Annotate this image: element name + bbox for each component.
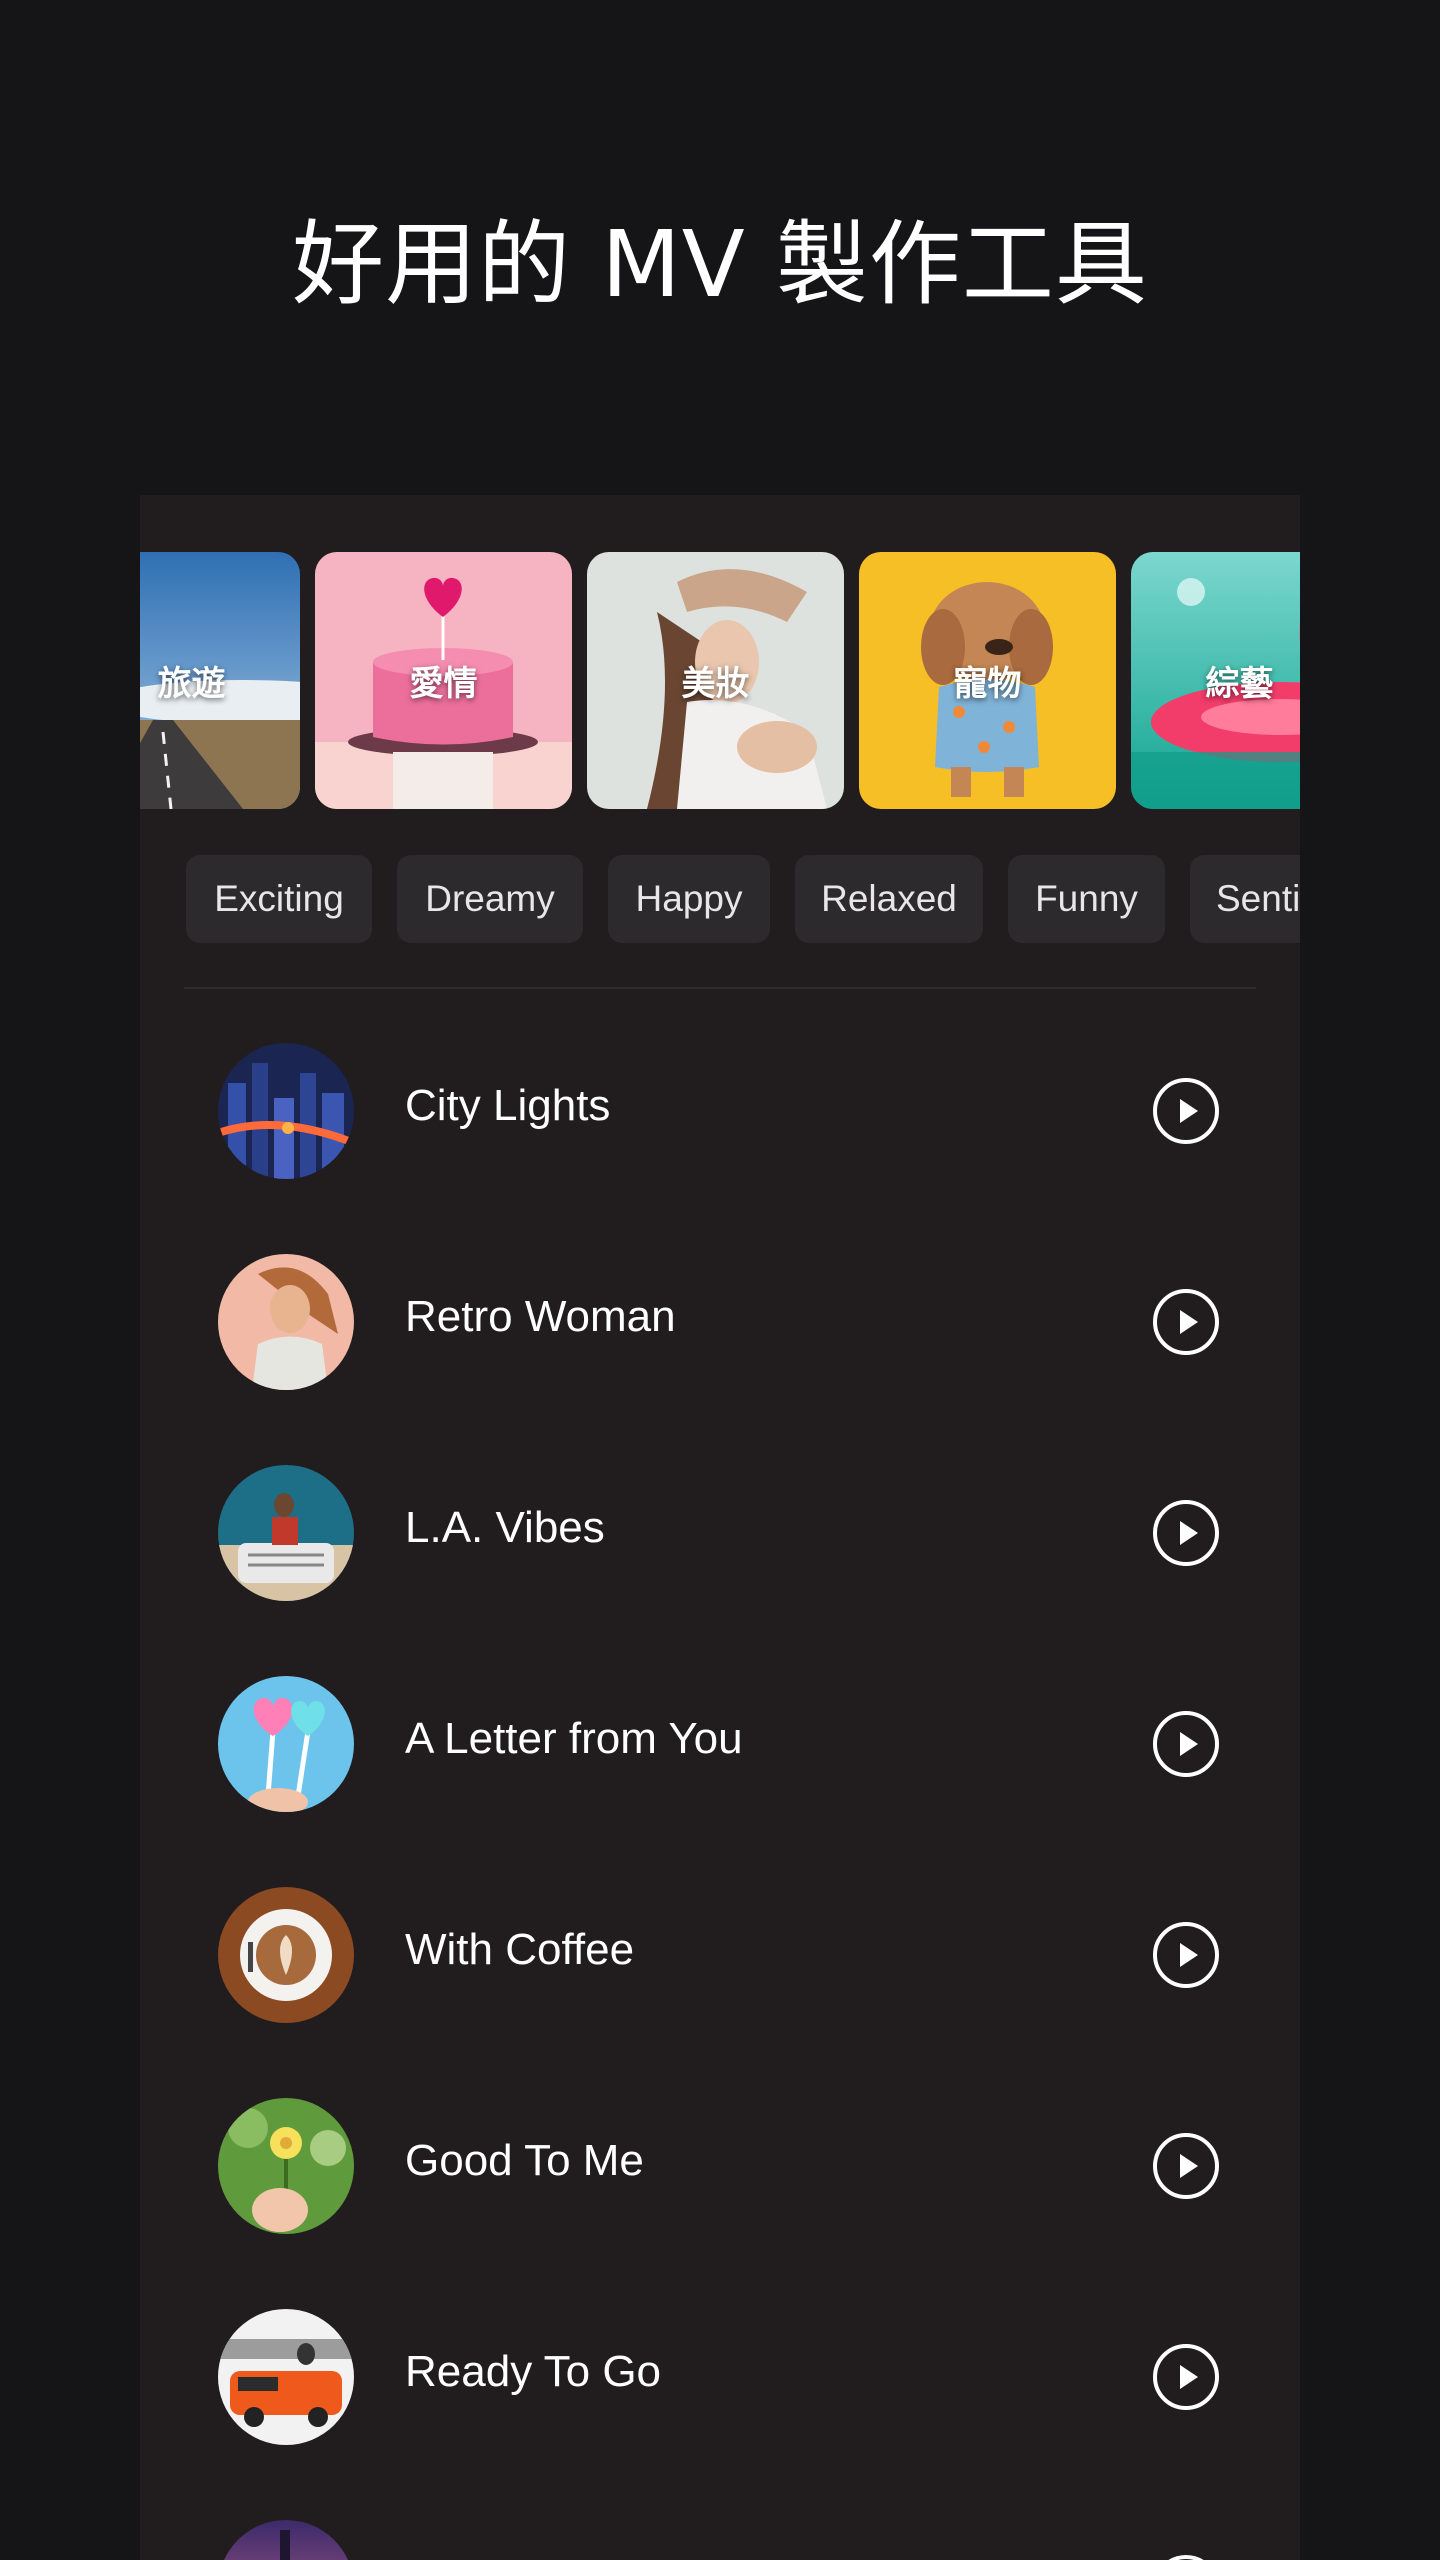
mood-chip-relaxed[interactable]: Relaxed [795,855,983,943]
orange-van-thumb-icon [218,2309,354,2445]
song-title: Good To Me [405,2136,644,2185]
category-label: 寵物 [953,664,1022,704]
song-title: A Letter from You [405,1714,743,1763]
promo-screen: 好用的 MV 製作工具 旅遊 愛情 美妝 寵物 綜藝 Exciting Drea… [0,0,1440,2560]
play-button[interactable] [1153,1078,1219,1144]
mood-chip-exciting[interactable]: Exciting [186,855,372,943]
play-button[interactable] [1153,2344,1219,2410]
play-icon [1180,1099,1198,1123]
sunset-city-thumb-icon [218,2520,354,2560]
section-divider [184,987,1256,989]
play-icon [1180,1310,1198,1334]
song-title: City Lights [405,1081,611,1130]
category-label: 旅遊 [157,664,226,704]
category-tile-beauty[interactable]: 美妝 [587,552,844,809]
song-title: Ready To Go [405,2347,662,2396]
song-row[interactable]: L.A. Vibes [140,1433,1300,1633]
play-button[interactable] [1153,1500,1219,1566]
city-night-thumb-icon [218,1043,354,1179]
man-on-car-thumb-icon [218,1465,354,1601]
play-button[interactable] [1153,1922,1219,1988]
song-row[interactable]: Ready To Go [140,2277,1300,2477]
page-headline: 好用的 MV 製作工具 [292,211,1148,318]
latte-thumb-icon [218,1887,354,2023]
mood-chip-happy[interactable]: Happy [608,855,770,943]
play-button[interactable] [1153,2133,1219,2199]
category-label: 綜藝 [1205,664,1274,704]
song-title: Retro Woman [405,1292,676,1341]
song-row[interactable]: Good To Me [140,2066,1300,2266]
song-row[interactable]: City Lights [140,1011,1300,1211]
play-icon [1180,1943,1198,1967]
category-tile-travel[interactable]: 旅遊 [140,552,300,809]
category-tile-variety[interactable]: 綜藝 [1131,552,1300,809]
category-label: 美妝 [681,664,750,704]
song-row[interactable]: Retro Woman [140,1222,1300,1422]
play-icon [1180,2365,1198,2389]
woman-portrait-thumb-icon [218,1254,354,1390]
song-title: L.A. Vibes [405,1503,605,1552]
app-panel: 旅遊 愛情 美妝 寵物 綜藝 Exciting Dreamy Happy Rel… [140,495,1300,2560]
category-tile-pets[interactable]: 寵物 [859,552,1116,809]
play-icon [1180,1732,1198,1756]
flower-hand-thumb-icon [218,2098,354,2234]
play-button[interactable] [1153,1289,1219,1355]
song-row[interactable] [140,2488,1300,2560]
song-row[interactable]: A Letter from You [140,1644,1300,1844]
category-tile-love[interactable]: 愛情 [315,552,572,809]
song-row[interactable]: With Coffee [140,1855,1300,2055]
play-icon [1180,1521,1198,1545]
song-title: With Coffee [405,1925,635,1974]
mood-chip-sentimental[interactable]: Senti [1190,855,1300,943]
mood-chip-funny[interactable]: Funny [1008,855,1165,943]
category-label: 愛情 [409,664,478,704]
category-carousel[interactable]: 旅遊 愛情 美妝 寵物 綜藝 [140,552,1300,809]
play-button[interactable] [1153,1711,1219,1777]
heart-lollipop-thumb-icon [218,1676,354,1812]
play-icon [1180,2154,1198,2178]
mood-filter-bar: Exciting Dreamy Happy Relaxed Funny Sent… [186,855,1300,943]
mood-chip-dreamy[interactable]: Dreamy [397,855,583,943]
play-button[interactable] [1153,2555,1219,2560]
